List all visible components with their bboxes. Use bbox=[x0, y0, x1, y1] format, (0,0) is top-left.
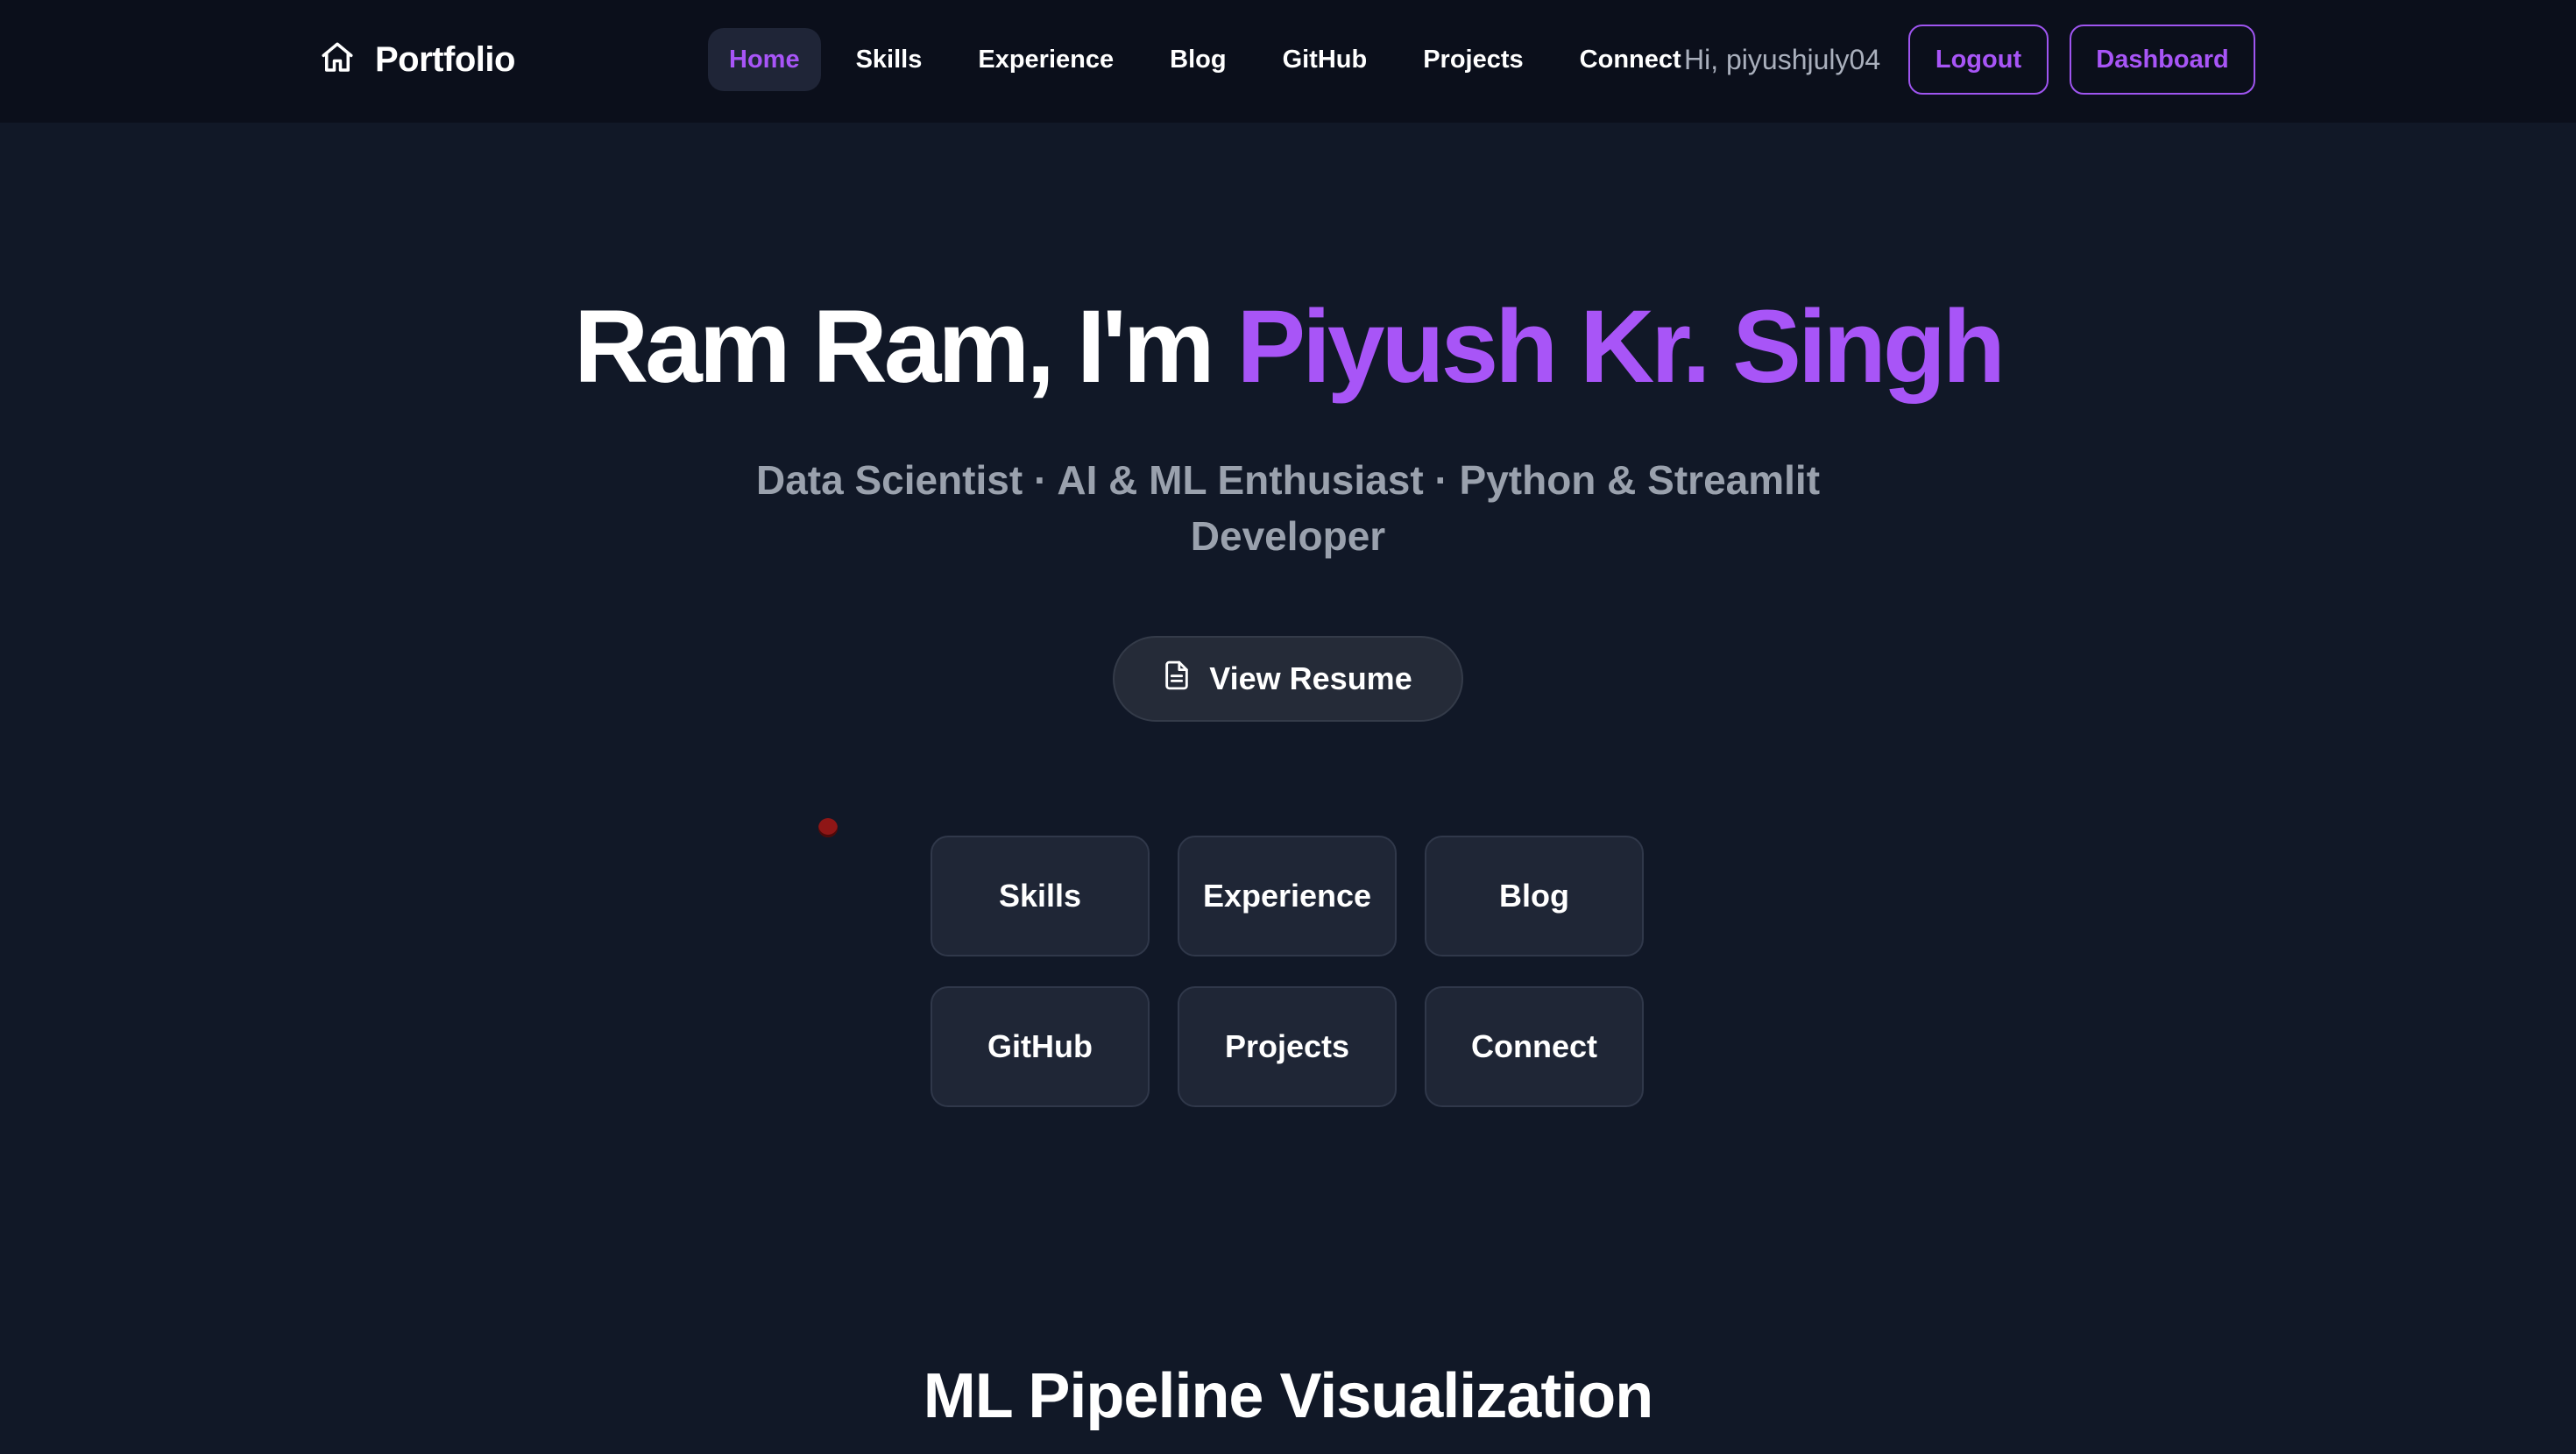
section-title: ML Pipeline Visualization bbox=[923, 1361, 1654, 1431]
home-icon bbox=[319, 39, 356, 81]
user-greeting: Hi, piyushjuly04 bbox=[1684, 43, 1881, 75]
nav-item-skills[interactable]: Skills bbox=[835, 28, 944, 91]
nav-item-experience[interactable]: Experience bbox=[957, 28, 1135, 91]
brand-name: Portfolio bbox=[375, 39, 515, 79]
document-icon bbox=[1164, 660, 1190, 698]
tile-github[interactable]: GitHub bbox=[931, 986, 1150, 1107]
red-dot-marker bbox=[818, 818, 838, 837]
view-resume-button[interactable]: View Resume bbox=[1113, 636, 1463, 722]
tile-experience[interactable]: Experience bbox=[1178, 836, 1397, 956]
view-resume-label: View Resume bbox=[1209, 660, 1412, 696]
hero-subtitle: Data Scientist · AI & ML Enthusiast · Py… bbox=[755, 457, 1821, 559]
tile-projects[interactable]: Projects bbox=[1178, 986, 1397, 1107]
quick-links-grid: Skills Experience Blog GitHub Projects C… bbox=[931, 836, 1644, 1107]
nav-links: Home Skills Experience Blog GitHub Proje… bbox=[708, 28, 1716, 91]
nav-item-home[interactable]: Home bbox=[708, 28, 821, 91]
nav-item-projects[interactable]: Projects bbox=[1402, 28, 1544, 91]
tile-skills[interactable]: Skills bbox=[931, 836, 1150, 956]
hero-name: Piyush Kr. Singh bbox=[1236, 289, 2006, 405]
nav-item-connect[interactable]: Connect bbox=[1559, 28, 1702, 91]
dashboard-button[interactable]: Dashboard bbox=[2070, 25, 2255, 95]
logout-button[interactable]: Logout bbox=[1908, 25, 2049, 95]
hero-title-prefix: Ram Ram, I'm bbox=[573, 289, 1237, 405]
nav-item-github[interactable]: GitHub bbox=[1262, 28, 1389, 91]
brand-link[interactable]: Portfolio bbox=[319, 35, 515, 84]
nav-item-blog[interactable]: Blog bbox=[1149, 28, 1247, 91]
tile-connect[interactable]: Connect bbox=[1425, 986, 1644, 1107]
top-navbar: Portfolio Home Skills Experience Blog Gi… bbox=[0, 0, 2576, 123]
tile-blog[interactable]: Blog bbox=[1425, 836, 1644, 956]
hero-title: Ram Ram, I'm Piyush Kr. Singh bbox=[0, 286, 2576, 408]
